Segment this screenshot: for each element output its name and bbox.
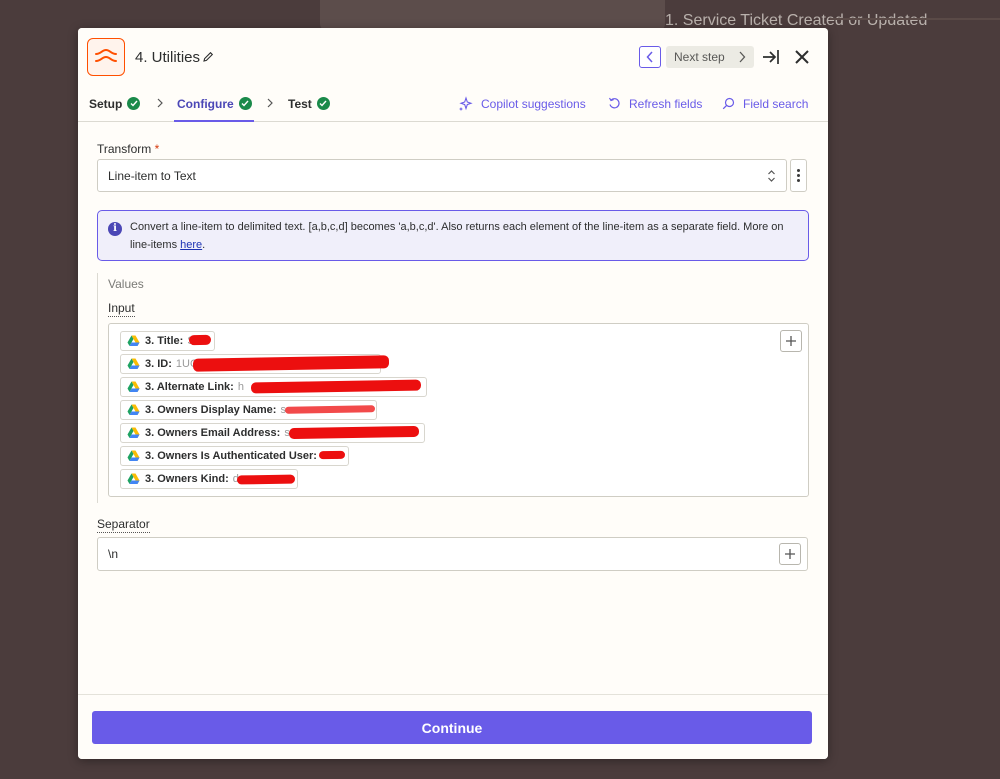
check-circle-icon [316,97,330,110]
plus-icon [786,336,796,346]
check-circle-icon [127,97,141,110]
refresh-icon [608,97,620,109]
close-icon[interactable] [794,49,810,65]
mapped-field-pill[interactable]: 3. Owners Display Name: s [120,400,378,420]
google-drive-icon [127,427,140,438]
previous-step-button[interactable] [639,46,661,68]
tab-configure[interactable]: Configure [177,85,252,122]
google-drive-icon [127,358,140,369]
more-options-button[interactable] [790,159,807,192]
active-tab-indicator [174,120,254,122]
tab-configure-label: Configure [177,96,234,111]
step-tabs: Setup Configure Test Copilot suggestions… [78,85,828,122]
mapped-field-pill[interactable]: 3. Owners Email Address: s [120,423,426,443]
chevron-left-icon [646,51,653,63]
mapped-field-pill[interactable]: 3. ID: 1UG [120,354,390,374]
chevron-up-down-icon [768,170,775,182]
add-separator-field-button[interactable] [779,543,801,565]
continue-button[interactable]: Continue [92,711,812,744]
mapped-field-label: 3. ID: [145,358,172,370]
mapped-field-label: 3. Owners Display Name: [145,404,277,416]
chevron-right-icon [739,51,746,63]
separator-label-text: Separator [97,517,150,533]
background-divider [830,18,1000,20]
copilot-suggestions-label: Copilot suggestions [481,96,586,111]
info-banner: i Convert a line-item to delimited text.… [97,210,809,261]
mapped-field-label: 3. Title: [145,335,184,347]
input-label-text: Input [108,301,135,317]
next-step-button[interactable]: Next step [666,46,754,68]
values-title: Values [108,277,144,291]
values-group: Values Input 3. Title: Sch 3. ID: 1UG [97,273,809,503]
sparkle-icon [459,96,473,111]
separator-label: Separator [97,517,150,533]
mapped-field-label: 3. Owners Email Address: [145,427,281,439]
separator-input[interactable]: \n [97,537,808,571]
separator-value: \n [108,547,119,561]
step-title: 4. Utilities [135,49,201,66]
google-drive-icon [127,450,140,461]
mapped-field-label: 3. Owners Kind: [145,473,229,485]
field-search-label: Field search [743,96,809,111]
mapped-field-label: 3. Owners Is Authenticated User: [145,450,317,462]
chevron-right-icon [157,98,163,108]
check-circle-icon [238,97,252,110]
step-editor-modal: 4. Utilities Next step Setup Configure T… [78,28,828,759]
google-drive-icon [127,473,140,484]
plus-icon [785,549,795,559]
info-text-tail: . [202,239,206,251]
copilot-suggestions-button[interactable]: Copilot suggestions [458,85,586,122]
mapped-field-pill[interactable]: 3. Alternate Link: h [120,377,427,397]
next-step-label: Next step [674,50,725,64]
info-text: Convert a line-item to delimited text. [… [130,221,784,251]
field-search-button[interactable]: Field search [722,85,808,122]
expand-panel-icon[interactable] [762,47,780,67]
mapped-field-pill[interactable]: 3. Title: Sch [120,331,216,351]
mapped-field-pill[interactable]: 3. Owners Kind: d [120,469,298,489]
redaction-mark [236,474,296,485]
pencil-icon[interactable] [202,51,214,63]
mapped-field-label: 3. Alternate Link: [145,381,234,393]
line-items-link[interactable]: here [180,239,202,251]
mapped-field-pill[interactable]: 3. Owners Is Authenticated User: true [120,446,349,466]
configure-form: Transform * Line-item to Text i Convert … [78,123,828,693]
transform-label-text: Transform [97,142,152,156]
transform-label: Transform * [97,142,159,156]
input-field[interactable]: 3. Title: Sch 3. ID: 1UG 3. Alternate Li… [108,323,809,497]
google-drive-icon [127,404,140,415]
chevron-right-icon [267,98,273,108]
google-drive-icon [127,335,140,346]
refresh-fields-label: Refresh fields [629,96,703,111]
redaction-mark [288,425,420,440]
refresh-fields-button[interactable]: Refresh fields [608,85,702,122]
info-icon: i [108,222,122,236]
transform-select-value: Line-item to Text [108,168,196,183]
add-field-button[interactable] [780,330,802,352]
tab-test-label: Test [288,96,312,111]
search-icon [722,97,735,110]
redaction-mark [318,450,346,460]
google-drive-icon [127,381,140,392]
tab-setup[interactable]: Setup [89,85,141,122]
modal-header: 4. Utilities Next step [78,28,828,85]
background-step-card: 1. Service Ticket Created or Updated [320,0,927,30]
tab-test[interactable]: Test [288,85,330,122]
modal-footer: Continue [78,694,828,759]
input-label: Input [108,301,135,317]
required-mark: * [154,142,160,156]
continue-label: Continue [421,719,483,736]
redaction-mark [188,334,212,346]
tab-setup-label: Setup [89,96,123,111]
transform-select[interactable]: Line-item to Text [97,159,787,192]
utilities-app-icon [87,38,125,76]
